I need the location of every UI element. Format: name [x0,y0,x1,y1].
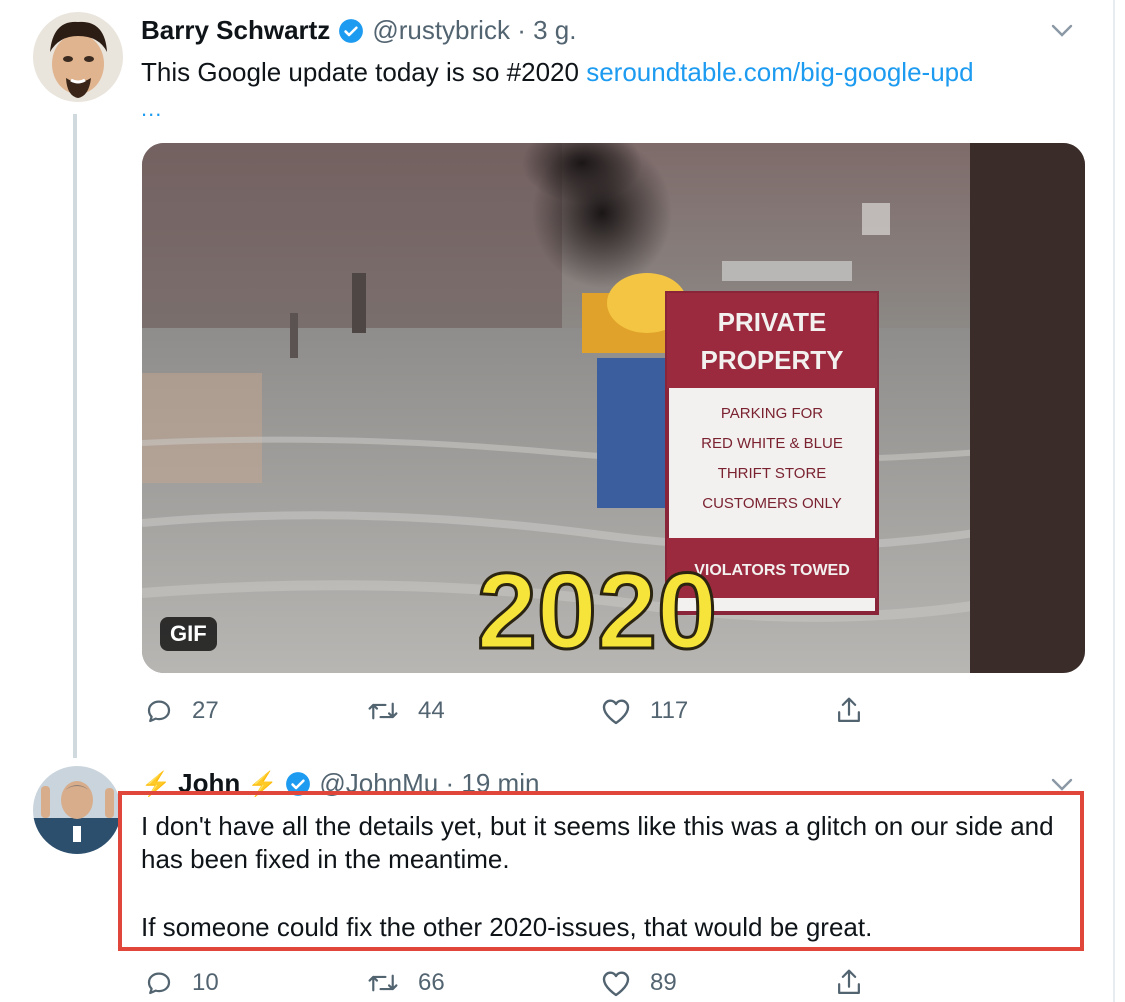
tweet-text: This Google update today is so #2020 ser… [141,56,974,89]
tweet-text-body: This Google update today is so #2020 [141,57,579,87]
like-icon [602,971,630,997]
retweet-button[interactable]: 44 [366,696,445,726]
share-button[interactable] [834,967,864,999]
highlight-box [118,791,1084,951]
sign-line-3: THRIFT STORE [718,465,827,482]
like-icon [602,699,630,725]
gif-badge: GIF [160,617,217,651]
reply-count: 27 [192,697,219,724]
retweet-icon [368,702,398,720]
share-icon [838,697,860,722]
reply-button[interactable]: 10 [144,968,219,998]
reply-icon [147,972,171,995]
retweet-count: 66 [418,969,445,996]
thread-line [73,114,77,758]
author-handle[interactable]: @rustybrick [372,15,510,45]
separator: · [517,15,526,45]
like-button[interactable]: 117 [600,696,688,726]
chevron-down-icon[interactable] [1049,20,1075,47]
tweet-header: Barry Schwartz @rustybrick · 3 g. [141,14,576,51]
like-count: 89 [650,969,677,996]
reply-icon [147,700,171,723]
gif-media[interactable]: PRIVATE PROPERTY PARKING FOR RED WHITE &… [142,143,1085,673]
avatar-barry[interactable] [33,12,123,102]
share-icon [838,969,860,994]
like-count: 117 [650,697,689,724]
timestamp[interactable]: 3 g. [533,15,576,45]
retweet-button[interactable]: 66 [366,968,445,998]
author-name[interactable]: Barry Schwartz [141,15,330,45]
gif-scene: PRIVATE PROPERTY PARKING FOR RED WHITE &… [142,143,1085,673]
reply-button[interactable]: 27 [144,696,219,726]
link-ellipsis[interactable]: ... [141,96,162,122]
sign-line-2: RED WHITE & BLUE [701,435,843,452]
avatar-john[interactable] [33,766,121,854]
retweet-icon [368,974,398,992]
sign-title-1: PRIVATE [718,307,827,337]
share-button[interactable] [834,695,864,727]
tweet-barry[interactable]: Barry Schwartz @rustybrick · 3 g. This Go… [0,0,1113,760]
tweet-link[interactable]: seroundtable.com/big-google-upd [586,57,973,87]
sign-footer: VIOLATORS TOWED [694,562,850,579]
sign-line-4: CUSTOMERS ONLY [702,495,841,512]
timeline-border [1113,0,1115,1002]
sign-line-1: PARKING FOR [721,405,823,422]
retweet-count: 44 [418,697,445,724]
like-button[interactable]: 89 [600,968,677,998]
gif-overlay-2020: 2020 [477,550,717,671]
verified-badge-icon [338,18,364,51]
sign-title-2: PROPERTY [700,345,843,375]
reply-count: 10 [192,969,219,996]
